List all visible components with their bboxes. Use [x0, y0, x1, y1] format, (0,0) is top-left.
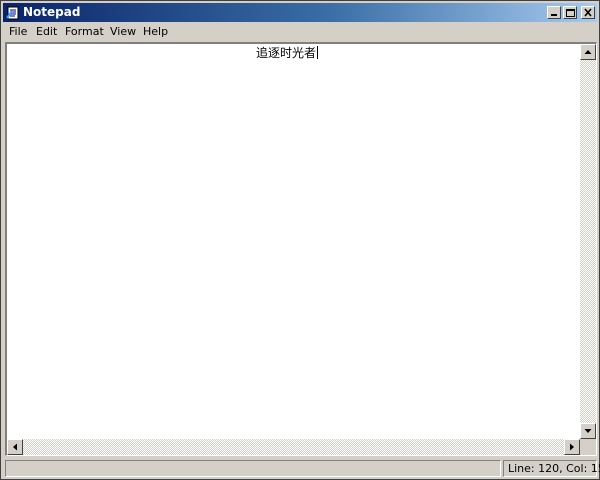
title-bar[interactable]: Notepad: [3, 3, 597, 22]
status-bar: Line: 120, Col: 15: [3, 459, 600, 479]
menu-file[interactable]: File: [9, 25, 27, 39]
status-message: [5, 460, 501, 477]
scroll-right-button[interactable]: [564, 439, 580, 455]
close-button[interactable]: [581, 6, 595, 19]
notepad-icon[interactable]: [6, 5, 20, 20]
scrollbar-corner: [580, 439, 596, 455]
scroll-down-button[interactable]: [580, 423, 596, 439]
text-line[interactable]: 追逐时光者: [256, 46, 319, 60]
arrow-down-icon: [584, 429, 592, 433]
menu-edit[interactable]: Edit: [36, 25, 57, 39]
vertical-scrollbar[interactable]: [580, 44, 596, 439]
minimize-icon: [551, 14, 557, 16]
editor-frame: 追逐时光者: [5, 42, 597, 456]
menu-view[interactable]: View: [110, 25, 136, 39]
arrow-right-icon: [570, 443, 574, 451]
notepad-window: Notepad File Edit Format View Help 追逐时光者: [0, 0, 600, 480]
close-icon: [584, 8, 592, 17]
editor-text: 追逐时光者: [256, 46, 317, 60]
window-title: Notepad: [23, 5, 81, 19]
arrow-left-icon: [13, 443, 17, 451]
maximize-icon: [566, 9, 575, 17]
text-caret: [317, 46, 319, 59]
scroll-up-button[interactable]: [580, 44, 596, 60]
scroll-left-button[interactable]: [7, 439, 23, 455]
horizontal-scrollbar[interactable]: [7, 439, 580, 455]
text-area[interactable]: 追逐时光者: [7, 44, 580, 439]
menu-help[interactable]: Help: [143, 25, 168, 39]
arrow-up-icon: [584, 50, 592, 54]
maximize-button[interactable]: [563, 6, 577, 19]
menu-bar: File Edit Format View Help: [3, 23, 597, 41]
menu-format[interactable]: Format: [65, 25, 104, 39]
minimize-button[interactable]: [547, 6, 561, 19]
status-position: Line: 120, Col: 15: [503, 460, 600, 477]
